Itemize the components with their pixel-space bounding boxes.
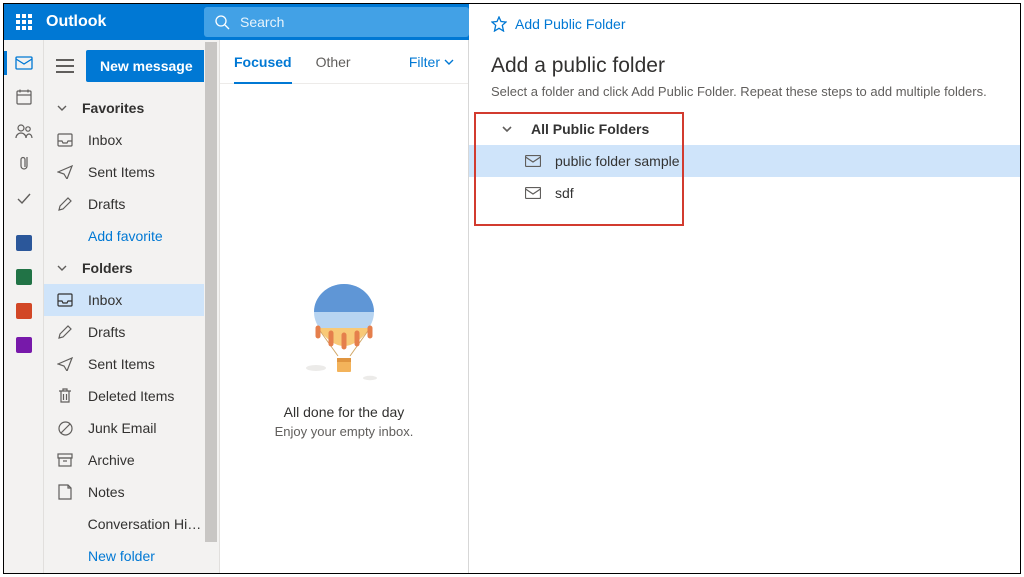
sidebar-item-label: Deleted Items — [88, 388, 174, 404]
sidebar-item-label: Inbox — [88, 292, 122, 308]
sidebar-item-label: Archive — [88, 452, 135, 468]
message-list-pane: Focused Other Filter All done for the da… — [220, 40, 469, 573]
hamburger-icon[interactable] — [56, 59, 74, 73]
send-icon — [57, 165, 73, 179]
folders-label: Folders — [82, 260, 133, 276]
rail-mail-icon[interactable] — [4, 46, 44, 80]
tree-root-label: All Public Folders — [531, 121, 649, 137]
new-message-button[interactable]: New message — [86, 50, 207, 82]
favorites-label: Favorites — [82, 100, 144, 116]
sidebar-item-label: Notes — [88, 484, 125, 500]
rail-calendar-icon[interactable] — [4, 80, 44, 114]
mail-icon — [525, 155, 541, 167]
mail-icon — [525, 187, 541, 199]
inbox-icon — [57, 133, 73, 147]
tree-item-label: public folder sample — [555, 153, 680, 169]
folder-notes[interactable]: Notes — [44, 476, 219, 508]
sidebar-item-label: Sent Items — [88, 164, 155, 180]
folder-sidebar: New message Favorites Inbox Sent Items D… — [44, 40, 220, 573]
add-favorite-link[interactable]: Add favorite — [44, 220, 219, 252]
folder-sent[interactable]: Sent Items — [44, 348, 219, 380]
panel-title: Add a public folder — [491, 54, 998, 78]
rail-powerpoint-icon[interactable] — [4, 294, 44, 328]
sidebar-scrollbar[interactable] — [204, 40, 219, 573]
rail-onenote-icon[interactable] — [4, 328, 44, 362]
pencil-icon — [58, 325, 72, 339]
tree-item-sdf[interactable]: sdf — [491, 177, 998, 209]
archive-icon — [57, 453, 73, 467]
balloon-illustration — [298, 278, 390, 388]
folder-drafts[interactable]: Drafts — [44, 316, 219, 348]
sidebar-item-label: Sent Items — [88, 356, 155, 372]
sidebar-item-label: Inbox — [88, 132, 122, 148]
add-link-label: Add Public Folder — [515, 16, 626, 32]
chevron-down-icon — [501, 123, 513, 135]
search-box[interactable] — [204, 7, 469, 37]
chevron-down-icon — [56, 262, 68, 274]
rail-excel-icon[interactable] — [4, 260, 44, 294]
folder-archive[interactable]: Archive — [44, 444, 219, 476]
new-folder-link[interactable]: New folder — [44, 540, 219, 572]
tree-item-label: sdf — [555, 185, 574, 201]
app-launcher-icon[interactable] — [4, 4, 44, 40]
star-icon — [491, 16, 507, 32]
folder-junk[interactable]: Junk Email — [44, 412, 219, 444]
tree-root[interactable]: All Public Folders — [491, 113, 998, 145]
folder-deleted[interactable]: Deleted Items — [44, 380, 219, 412]
chevron-down-icon — [444, 57, 454, 67]
rail-files-icon[interactable] — [4, 148, 44, 182]
fav-inbox[interactable]: Inbox — [44, 124, 219, 156]
top-bar: Outlook — [4, 4, 469, 40]
inbox-icon — [57, 293, 73, 307]
search-input[interactable] — [238, 13, 423, 31]
left-rail — [4, 40, 44, 573]
tab-other[interactable]: Other — [316, 40, 351, 84]
app-title: Outlook — [46, 13, 106, 31]
fav-drafts[interactable]: Drafts — [44, 188, 219, 220]
empty-state: All done for the day Enjoy your empty in… — [220, 84, 468, 573]
fav-sent[interactable]: Sent Items — [44, 156, 219, 188]
tree-item-sample[interactable]: public folder sample — [469, 145, 1020, 177]
add-public-folder-panel: Add Public Folder Add a public folder Se… — [469, 4, 1020, 573]
tab-focused[interactable]: Focused — [234, 40, 292, 84]
note-icon — [58, 484, 72, 500]
pencil-icon — [58, 197, 72, 211]
folder-conversation-history[interactable]: Conversation Hist... — [44, 508, 219, 540]
favorites-header[interactable]: Favorites — [44, 92, 219, 124]
filter-label: Filter — [409, 54, 440, 70]
folder-inbox[interactable]: Inbox — [44, 284, 219, 316]
filter-dropdown[interactable]: Filter — [409, 54, 454, 70]
chevron-down-icon — [56, 102, 68, 114]
send-icon — [57, 357, 73, 371]
panel-description: Select a folder and click Add Public Fol… — [491, 84, 998, 99]
add-public-folder-link[interactable]: Add Public Folder — [491, 16, 998, 32]
trash-icon — [58, 388, 72, 404]
folders-header[interactable]: Folders — [44, 252, 219, 284]
sidebar-item-label: Drafts — [88, 324, 125, 340]
search-icon — [214, 14, 230, 30]
sidebar-item-label: Conversation Hist... — [88, 516, 207, 532]
sidebar-item-label: Junk Email — [88, 420, 156, 436]
public-folder-tree: All Public Folders public folder sample … — [491, 113, 998, 209]
rail-people-icon[interactable] — [4, 114, 44, 148]
block-icon — [58, 421, 73, 436]
rail-todo-icon[interactable] — [4, 182, 44, 216]
empty-title: All done for the day — [284, 404, 405, 420]
empty-subtitle: Enjoy your empty inbox. — [275, 424, 414, 439]
rail-word-icon[interactable] — [4, 226, 44, 260]
sidebar-item-label: Drafts — [88, 196, 125, 212]
